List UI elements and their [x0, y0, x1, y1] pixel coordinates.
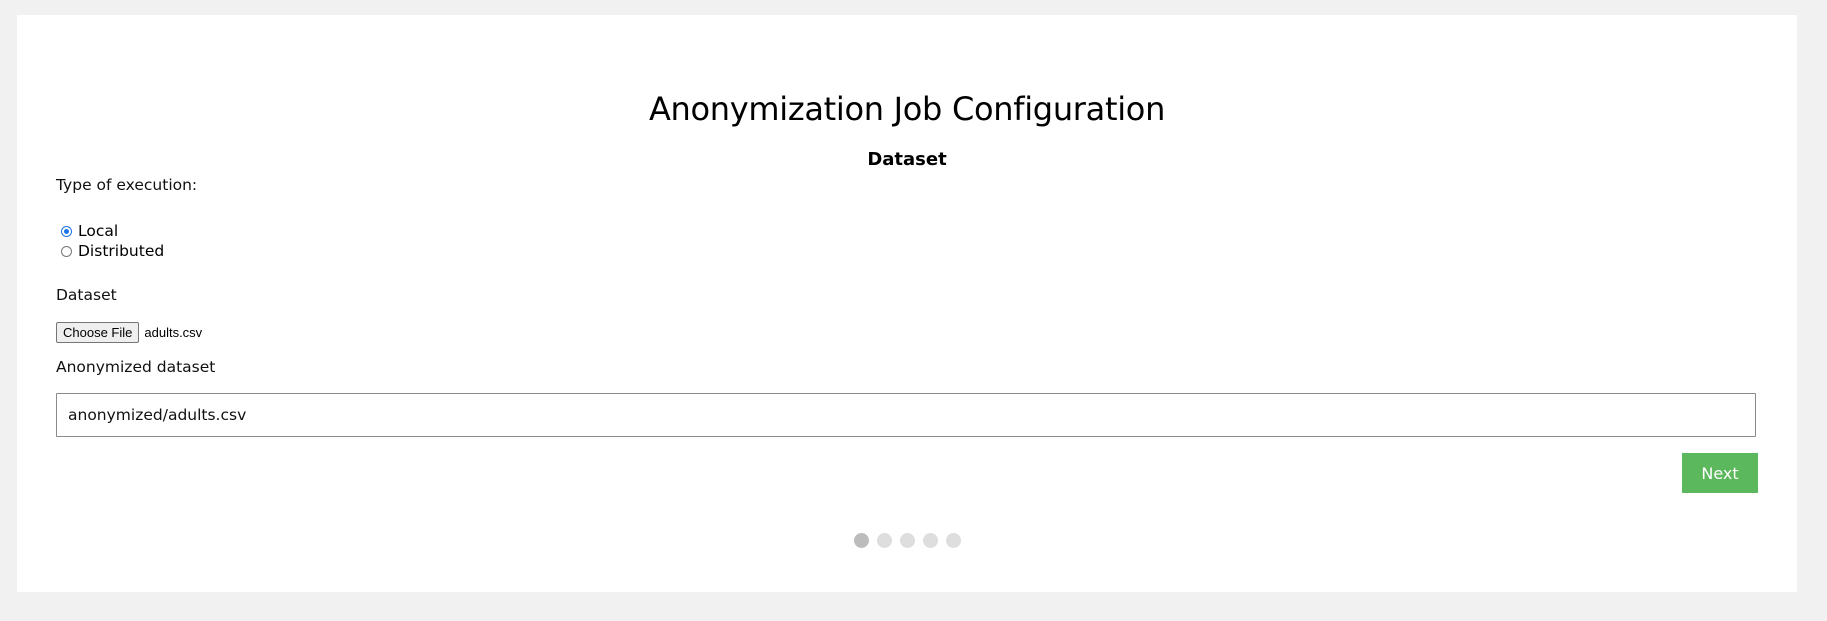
step-dot — [900, 533, 915, 548]
radio-local-indicator[interactable] — [61, 225, 72, 237]
step-dot — [877, 533, 892, 548]
radio-distributed-label[interactable]: Distributed — [78, 241, 164, 261]
radio-distributed-indicator[interactable] — [61, 245, 72, 257]
radio-local-option[interactable]: Local — [61, 221, 118, 241]
form-card: Anonymization Job Configuration Dataset … — [17, 15, 1797, 592]
step-heading: Dataset — [867, 149, 947, 170]
step-dot — [946, 533, 961, 548]
next-button[interactable]: Next — [1682, 453, 1758, 493]
radio-distributed-option[interactable]: Distributed — [61, 241, 164, 261]
page-title: Anonymization Job Configuration — [648, 90, 1166, 128]
step-indicator — [854, 533, 961, 548]
dataset-label: Dataset — [56, 286, 117, 304]
step-dot — [923, 533, 938, 548]
dataset-file-input[interactable]: Choose File adults.csv — [56, 322, 202, 343]
step-dot — [854, 533, 869, 548]
execution-type-label: Type of execution: — [56, 176, 198, 194]
radio-local-label[interactable]: Local — [78, 221, 118, 241]
anonymized-dataset-label: Anonymized dataset — [56, 358, 216, 376]
choose-file-button[interactable]: Choose File — [56, 322, 140, 343]
anonymized-dataset-input[interactable]: anonymized/adults.csv — [56, 393, 1756, 437]
selected-file-name: adults.csv — [144, 325, 203, 340]
